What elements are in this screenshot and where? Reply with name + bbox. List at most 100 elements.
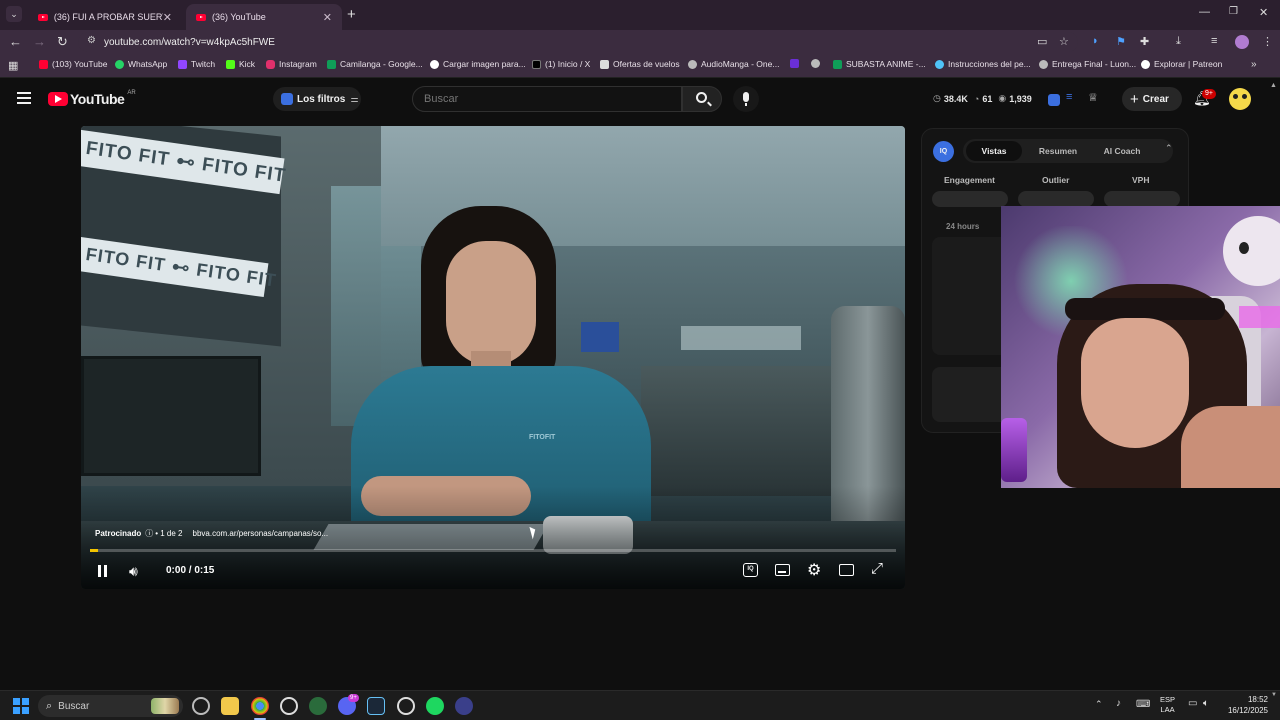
account-avatar[interactable] <box>1229 88 1251 110</box>
info-icon[interactable]: ⓘ <box>145 528 153 539</box>
tab-youtube[interactable]: (36) YouTube ✕ <box>186 4 342 30</box>
reload-icon[interactable]: ↻ <box>57 34 68 50</box>
search-button[interactable] <box>682 86 722 112</box>
back-icon[interactable]: ← <box>9 34 22 50</box>
tab-vistas[interactable]: Vistas <box>966 141 1022 161</box>
theater-mode-button[interactable] <box>839 564 854 576</box>
vidiq-icon[interactable] <box>1048 94 1060 106</box>
scroll-up-icon[interactable]: ▲ <box>1270 82 1277 89</box>
bookmark-instagram[interactable]: Instagram <box>266 59 317 69</box>
clock-icon: ◷ <box>933 93 941 103</box>
bookmark-vuelos[interactable]: Ofertas de vuelos <box>600 59 680 69</box>
globe-icon <box>811 59 820 68</box>
tray-chevron-icon[interactable]: ⌃ <box>1095 699 1103 710</box>
obs-icon[interactable] <box>280 697 298 715</box>
close-tab-icon[interactable]: ✕ <box>163 11 172 24</box>
award-icon[interactable]: ♕ <box>1088 91 1098 104</box>
bookmark-camilanga[interactable]: Camilanga - Google... <box>327 59 423 69</box>
metric-vph: VPH <box>1132 175 1150 185</box>
bookmark-twitch[interactable]: Twitch <box>178 59 215 69</box>
youtube-logo[interactable]: YouTube AR <box>48 90 136 107</box>
address-bar[interactable]: ⚙ youtube.com/watch?v=w4kpAc5hFWE <box>78 32 1078 52</box>
hamburger-menu-icon[interactable] <box>17 92 31 104</box>
new-tab-button[interactable]: + <box>347 6 356 23</box>
vidiq-player-button[interactable]: IQ <box>743 563 758 577</box>
bookmark-youtube[interactable]: (103) YouTube <box>39 59 107 69</box>
cast-icon[interactable]: ▭ <box>1037 35 1047 48</box>
collapse-chevron-icon[interactable]: ⌃ <box>1165 143 1173 154</box>
bookmark-subasta[interactable]: SUBASTA ANIME -... <box>833 59 926 69</box>
bookmark-kick[interactable]: Kick <box>226 59 255 69</box>
fullscreen-button[interactable]: ⤢ <box>871 560 883 577</box>
restore-icon[interactable]: ❐ <box>1229 6 1238 17</box>
menu-kebab-icon[interactable]: ⋮ <box>1262 35 1273 48</box>
taskbar-app-1-icon[interactable] <box>192 697 210 715</box>
progress-bar[interactable] <box>90 549 896 552</box>
file-explorer-icon[interactable] <box>221 697 239 715</box>
obs-studio-icon[interactable] <box>397 697 415 715</box>
bookmark-cargar-imagen[interactable]: Cargar imagen para... <box>430 59 526 69</box>
streamer-shoulder <box>1181 406 1280 488</box>
extensions-puzzle-icon[interactable]: ✚ <box>1140 35 1149 48</box>
voice-search-button[interactable] <box>733 86 759 112</box>
bookmark-audiomanga[interactable]: AudioManga - One... <box>688 59 779 69</box>
bookmark-star-icon[interactable]: ☆ <box>1059 35 1069 48</box>
bookmark-favicon-icon <box>532 59 541 69</box>
profile-avatar[interactable] <box>1235 35 1249 49</box>
fullscreen-icon: ⤢ <box>871 560 884 577</box>
search-input[interactable] <box>424 93 664 105</box>
bookmark-entrega-final[interactable]: Entrega Final - Luon... <box>1039 59 1136 69</box>
extension-2-icon[interactable]: ⚑ <box>1116 35 1126 48</box>
bookmark-favicon-icon <box>115 59 124 69</box>
bookmark-favicon-icon <box>430 59 439 69</box>
bookmark-favicon-icon <box>688 59 697 69</box>
apps-grid-icon[interactable]: ▦ <box>8 59 18 72</box>
settings-button[interactable]: ⚙ <box>807 560 821 580</box>
bookmark-whatsapp[interactable]: WhatsApp <box>115 59 167 69</box>
download-icon[interactable]: ⤓ <box>1176 35 1181 48</box>
bookmark-patreon[interactable]: Explorar | Patreon <box>1141 59 1222 69</box>
taskbar-app-last-icon[interactable] <box>455 697 473 715</box>
tray-mic-icon[interactable]: ♪ <box>1116 698 1121 709</box>
keyboard-icon[interactable]: ⌨ <box>1136 699 1150 710</box>
close-tab-icon[interactable]: ✕ <box>323 11 332 24</box>
windows-start-icon[interactable] <box>13 698 29 714</box>
bookmark-instrucciones[interactable]: Instrucciones del pe... <box>935 59 1031 69</box>
forward-icon[interactable]: → <box>33 34 46 50</box>
bookmark-x[interactable]: (1) Inicio / X <box>532 59 590 69</box>
vidiq-menu-icon[interactable]: ≡ <box>1066 91 1072 103</box>
bookmark-globe[interactable] <box>811 59 824 68</box>
subtitles-button[interactable] <box>775 564 790 576</box>
filters-button[interactable]: Los filtros ⚌ <box>273 87 361 111</box>
language-indicator[interactable]: ESP LAA <box>1160 695 1175 715</box>
video-player[interactable]: FITO FIT ⊷ FITO FIT FITO FIT ⊷ FITO FIT … <box>81 126 905 589</box>
spotify-icon[interactable] <box>426 697 444 715</box>
reading-list-icon[interactable]: ≡ <box>1211 35 1217 47</box>
tab-ai-coach[interactable]: AI Coach <box>1094 141 1150 161</box>
chrome-icon[interactable] <box>251 697 269 715</box>
extension-1-icon[interactable]: ◗ <box>1092 35 1099 47</box>
ad-url-link[interactable]: bbva.com.ar/personas/campanas/so... <box>193 529 329 538</box>
volume-button[interactable]: 🔊︎ <box>129 563 138 580</box>
search-box[interactable] <box>412 86 682 112</box>
network-icon[interactable]: ▭ <box>1188 698 1197 709</box>
metric-engagement: Engagement <box>944 175 996 185</box>
youtube-favicon-icon <box>38 13 48 21</box>
taskbar-app-green-icon[interactable] <box>309 697 327 715</box>
steam-icon[interactable] <box>367 697 385 715</box>
sliders-icon: ⚌ <box>350 93 359 104</box>
volume-tray-icon[interactable]: 🔈︎ <box>1203 698 1209 709</box>
pause-button[interactable] <box>97 564 111 578</box>
tab-search-chevron-icon[interactable]: ⌄ <box>6 6 22 22</box>
tab-resumen[interactable]: Resumen <box>1030 141 1086 161</box>
notification-corner[interactable]: ▼ <box>1271 692 1277 698</box>
clock[interactable]: 18:52 16/12/2025 <box>1222 694 1268 716</box>
taskbar-search[interactable]: ⌕ Buscar <box>38 695 183 717</box>
create-button[interactable]: + Crear <box>1122 87 1182 111</box>
close-window-icon[interactable]: ✕ <box>1259 6 1268 19</box>
tab-video[interactable]: (36) FUI A PROBAR SUERTE SE ✕ <box>28 4 182 30</box>
site-info-icon[interactable]: ⚙ <box>87 35 96 46</box>
minimize-icon[interactable]: — <box>1199 6 1210 18</box>
more-bookmarks-icon[interactable]: » <box>1251 59 1257 70</box>
bookmark-purple[interactable] <box>790 59 803 68</box>
